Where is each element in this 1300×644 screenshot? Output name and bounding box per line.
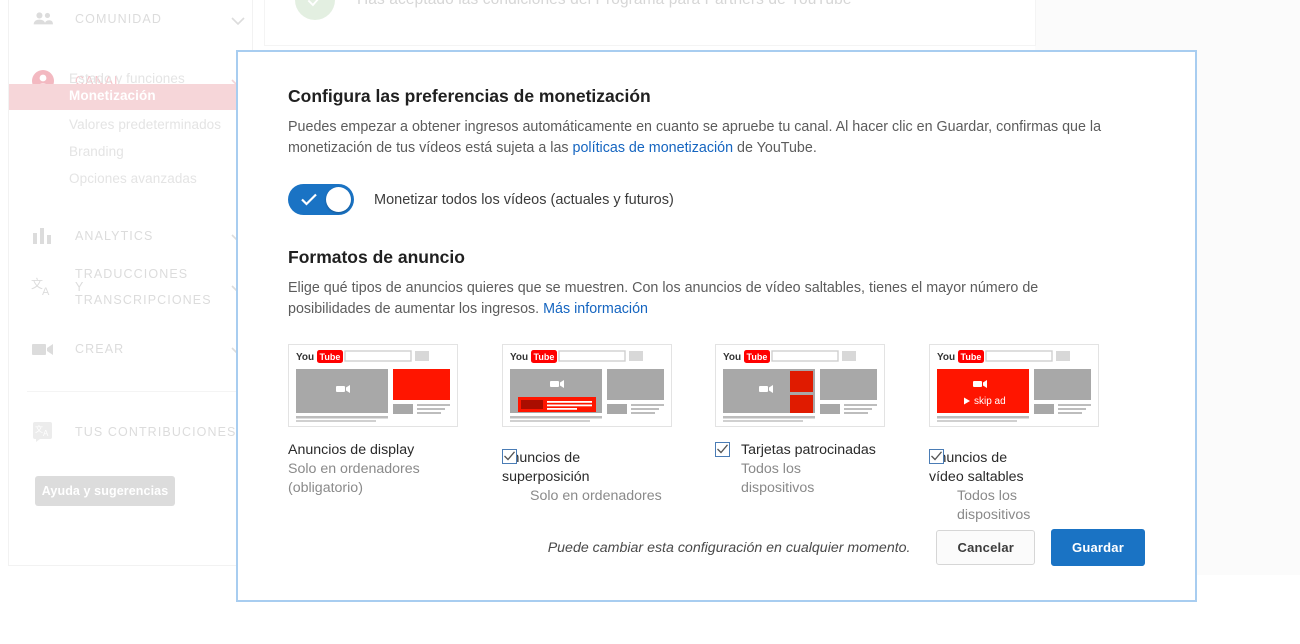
- svg-text:文: 文: [35, 424, 43, 434]
- sidebar-divider: [27, 391, 255, 392]
- ad-format-card-overlay: You Tube Anuncios de superposición Solo …: [502, 344, 688, 506]
- save-button[interactable]: Guardar: [1051, 529, 1145, 566]
- footer-note: Puede cambiar esta configuración en cual…: [547, 539, 911, 556]
- svg-text:Tube: Tube: [534, 352, 555, 362]
- ad-format-card-display: You Tube Anuncios de display Solo en ord…: [288, 344, 474, 498]
- sidebar-item-analytics[interactable]: ANALYTICS: [31, 223, 245, 249]
- ad-format-name: Anuncios de superposición: [502, 450, 590, 485]
- monetization-preferences-dialog: Configura las preferencias de monetizaci…: [236, 50, 1197, 602]
- ad-format-labels: Anuncios de superposición Solo en ordena…: [502, 449, 688, 506]
- ad-format-name: Tarjetas patrocinadas: [741, 442, 876, 458]
- monetize-all-videos-label: Monetizar todos los vídeos (actuales y f…: [374, 191, 674, 208]
- sidebar-subitem-valores-predeterminados[interactable]: Valores predeterminados: [69, 117, 221, 132]
- svg-text:Tube: Tube: [961, 352, 982, 362]
- svg-text:skip ad: skip ad: [974, 396, 1006, 407]
- ad-formats-title: Formatos de anuncio: [288, 247, 465, 267]
- ad-format-labels: Anuncios de vídeo saltables Todos los di…: [929, 449, 1115, 525]
- ad-format-checkbox-skippable[interactable]: [929, 449, 944, 464]
- sidebar-item-comunidad[interactable]: COMUNIDAD: [31, 6, 245, 32]
- ad-format-subtext-1: Solo en ordenadores: [530, 488, 662, 504]
- svg-text:Tube: Tube: [747, 352, 768, 362]
- banner-text: Has aceptado las condiciones del Program…: [357, 0, 852, 9]
- overlay-ad-thumbnail: You Tube: [502, 344, 672, 427]
- ad-format-labels: Anuncios de display Solo en ordenadores …: [288, 441, 474, 498]
- sidebar-item-label: TUS CONTRIBUCIONES: [75, 424, 237, 439]
- ad-format-card-sponsored: You Tube Tarjetas patrocinadas Todos los…: [715, 344, 901, 498]
- sidebar-item-label: CREAR: [75, 341, 125, 356]
- sidebar-item-traducciones-y-transcripciones[interactable]: 文 A TRADUCCIONES Y TRANSCRIPCIONES: [31, 267, 245, 306]
- dialog-description: Puedes empezar a obtener ingresos automá…: [288, 117, 1118, 159]
- sidebar-subitem-opciones-avanzadas[interactable]: Opciones avanzadas: [69, 171, 197, 186]
- ad-format-subtext-1: Todos los: [741, 461, 801, 477]
- svg-text:You: You: [510, 352, 528, 363]
- ad-format-checkbox-overlay[interactable]: [502, 449, 517, 464]
- ad-format-card-skippable: You Tube skip ad Anuncios de vídeo salta…: [929, 344, 1115, 525]
- sidebar-subitem-monetizacion[interactable]: Monetización: [9, 84, 254, 110]
- sidebar-item-label: TRADUCCIONES Y TRANSCRIPCIONES: [75, 266, 212, 307]
- skippable-video-ad-thumbnail: You Tube skip ad: [929, 344, 1099, 427]
- more-info-link[interactable]: Más información: [543, 301, 648, 317]
- sidebar-subitem-label: Monetización: [69, 88, 156, 103]
- ad-format-subtext-1: Solo en ordenadores: [288, 461, 420, 477]
- people-icon: [31, 11, 55, 27]
- cancel-button[interactable]: Cancelar: [936, 530, 1036, 565]
- ad-formats-grid: You Tube Anuncios de display Solo en ord…: [288, 344, 1145, 554]
- display-ad-thumbnail: You Tube: [288, 344, 458, 427]
- check-circle-icon: [295, 0, 335, 20]
- sidebar-item-crear[interactable]: CREAR: [31, 336, 245, 362]
- translate-box-icon: 文 A: [31, 421, 55, 443]
- ad-format-subtext-2: dispositivos: [957, 507, 1031, 523]
- ad-format-subtext-2: dispositivos: [741, 480, 815, 496]
- check-icon: [307, 0, 319, 7]
- ad-format-subtext-1: Todos los: [957, 488, 1017, 504]
- monetize-all-videos-toggle[interactable]: [288, 184, 354, 215]
- ad-formats-text: Elige qué tipos de anuncios quieres que …: [288, 280, 1039, 317]
- svg-text:You: You: [296, 352, 314, 363]
- dialog-footer: Puede cambiar esta configuración en cual…: [288, 529, 1145, 566]
- sidebar-item-tus-contribuciones[interactable]: 文 A TUS CONTRIBUCIONES: [31, 419, 241, 445]
- svg-text:A: A: [43, 429, 49, 438]
- check-icon: [301, 193, 317, 211]
- ad-format-name: Anuncios de display: [288, 442, 415, 458]
- bar-chart-icon: [31, 227, 55, 245]
- ad-format-name: Anuncios de vídeo saltables: [929, 450, 1024, 485]
- svg-text:You: You: [723, 352, 741, 363]
- sidebar-subitem-branding[interactable]: Branding: [69, 144, 124, 159]
- help-and-feedback-button[interactable]: Ayuda y sugerencias: [35, 476, 175, 506]
- svg-text:You: You: [937, 352, 955, 363]
- monetize-all-videos-row: Monetizar todos los vídeos (actuales y f…: [288, 184, 1145, 215]
- translate-icon: 文 A: [31, 276, 55, 298]
- sponsored-cards-thumbnail: You Tube: [715, 344, 885, 427]
- sidebar-item-label: COMUNIDAD: [75, 11, 162, 26]
- ad-format-labels: Tarjetas patrocinadas Todos los disposit…: [715, 441, 901, 498]
- svg-text:A: A: [42, 286, 50, 298]
- ad-formats-description: Elige qué tipos de anuncios quieres que …: [288, 278, 1118, 320]
- dialog-title: Configura las preferencias de monetizaci…: [288, 86, 651, 106]
- chevron-down-icon[interactable]: [231, 13, 245, 31]
- description-text-part2: de YouTube.: [733, 140, 817, 156]
- sidebar: COMUNIDAD CANAL Estado y funciones Monet…: [8, 0, 255, 566]
- svg-text:Tube: Tube: [320, 352, 341, 362]
- sidebar-item-label: ANALYTICS: [75, 228, 154, 243]
- ad-format-checkbox-sponsored[interactable]: [715, 442, 730, 457]
- toggle-knob: [326, 187, 351, 212]
- monetization-policies-link[interactable]: políticas de monetización: [573, 140, 734, 156]
- ad-format-subtext-2: (obligatorio): [288, 480, 363, 496]
- video-camera-icon: [31, 342, 55, 357]
- terms-accepted-banner: Has aceptado las condiciones del Program…: [264, 0, 1036, 46]
